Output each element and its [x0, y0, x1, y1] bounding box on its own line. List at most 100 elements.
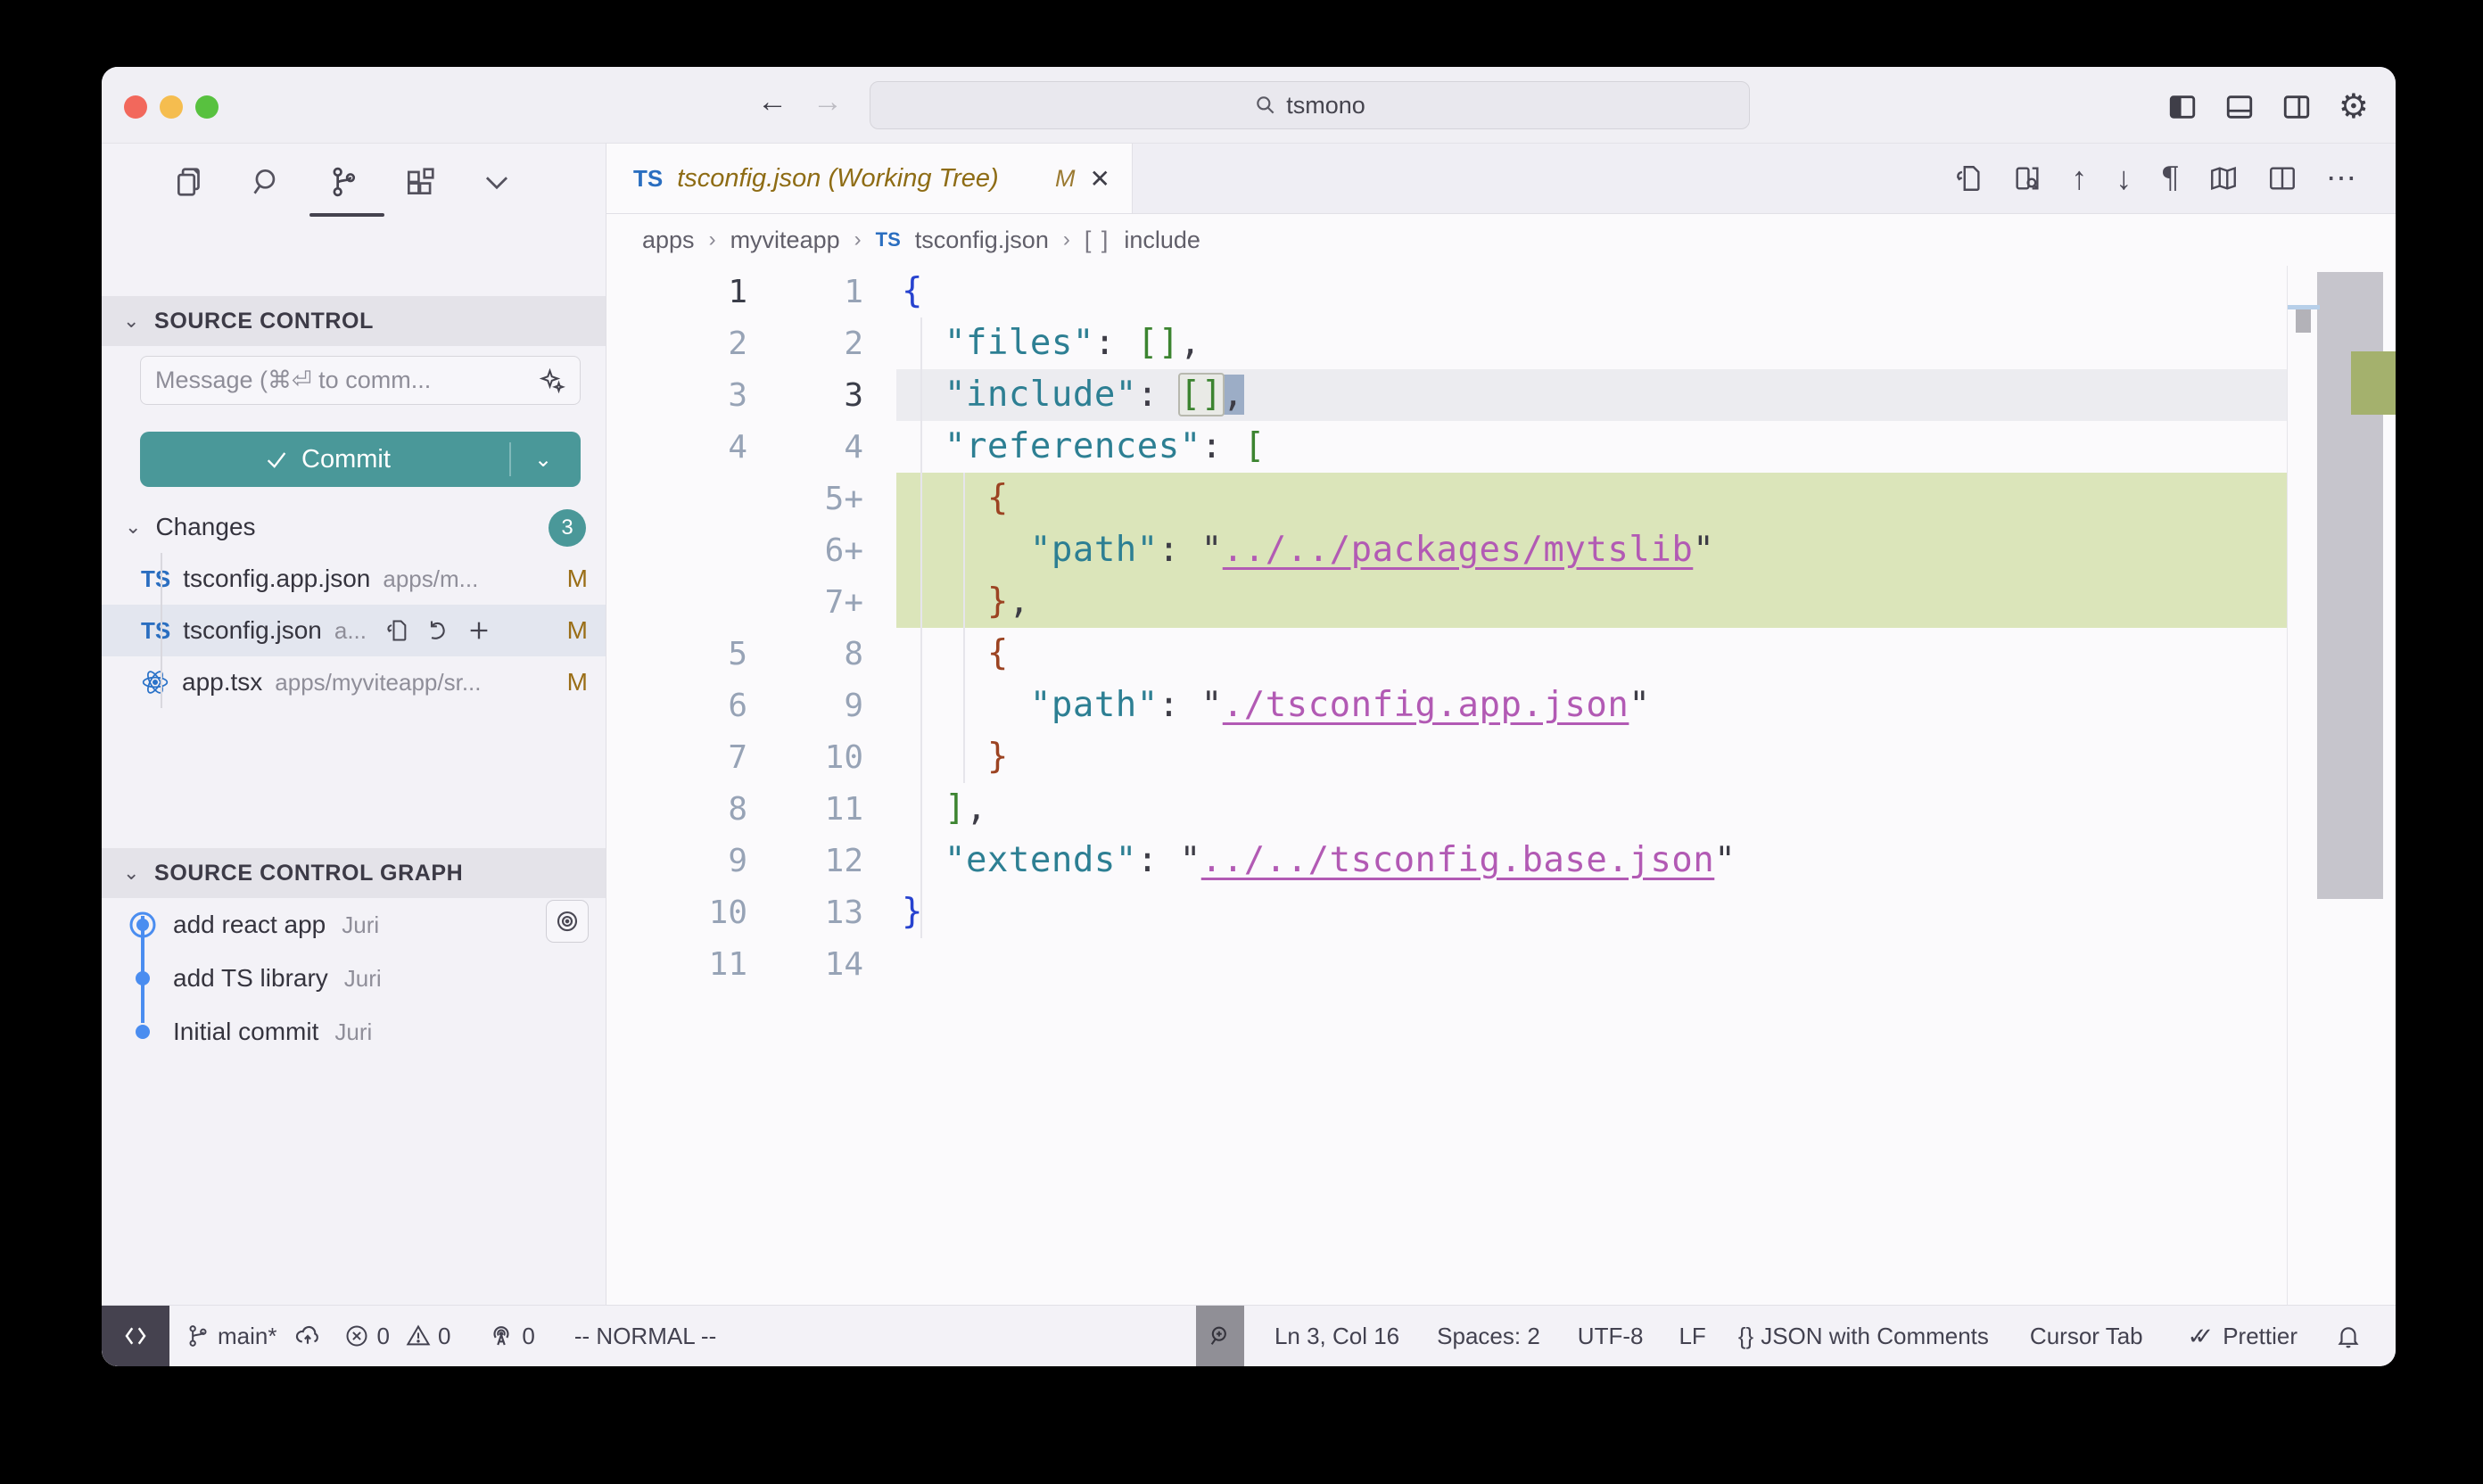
more-actions-ellipsis-icon[interactable]: ⋯ — [2326, 161, 2358, 196]
code-text: "path": "./tsconfig.app.json" — [896, 680, 2288, 731]
desktop: { "colors":{"accent_teal":"#4a9899","add… — [0, 0, 2483, 1484]
toggle-panel-icon[interactable] — [2224, 92, 2255, 122]
overview-selection-marker — [2296, 309, 2311, 333]
code-text: "extends": "../../tsconfig.base.json" — [896, 835, 2288, 886]
braces-icon: {} — [1738, 1323, 1753, 1350]
breadcrumb-separator: › — [1063, 227, 1070, 252]
source-control-title: SOURCE CONTROL — [154, 309, 374, 334]
breadcrumb-separator: › — [709, 227, 716, 252]
changes-title: Changes — [155, 513, 255, 541]
command-center-search[interactable]: tsmono — [870, 81, 1750, 129]
commit-button[interactable]: Commit ⌄ — [140, 432, 581, 487]
breadcrumb-item-tsconfig[interactable]: tsconfig.json — [915, 227, 1049, 254]
map-icon[interactable] — [2208, 163, 2239, 194]
original-line-number: 9 — [606, 843, 747, 879]
code-line[interactable]: 5+ { — [606, 473, 2396, 524]
original-line-number: 1 — [606, 274, 747, 310]
commit-author: Juri — [342, 911, 379, 939]
commit-row[interactable]: Initial commitJuri — [102, 1005, 606, 1059]
code-line[interactable]: 69 "path": "./tsconfig.app.json" — [606, 680, 2396, 731]
forward-arrow-icon[interactable]: → — [813, 85, 843, 120]
next-change-arrow-icon[interactable]: ↓ — [2116, 160, 2132, 197]
code-line[interactable]: 7+ }, — [606, 576, 2396, 628]
original-line-number: 7 — [606, 739, 747, 776]
breadcrumb-item-myviteapp[interactable]: myviteapp — [730, 227, 840, 254]
sparkle-ai-icon[interactable] — [539, 367, 565, 394]
search-view-icon[interactable] — [248, 165, 285, 199]
typescript-file-icon: TS — [141, 565, 170, 593]
code-line[interactable]: 44 "references": [ — [606, 421, 2396, 473]
code-line[interactable]: 11{ — [606, 266, 2396, 317]
indent-guide — [920, 317, 922, 938]
settings-gear-icon[interactable]: ⚙ — [2339, 87, 2369, 127]
source-control-view-icon[interactable] — [325, 165, 362, 199]
original-line-number: 3 — [606, 377, 747, 414]
breadcrumb-item-apps[interactable]: apps — [642, 227, 695, 254]
cursor-tab-item[interactable]: Cursor Tab — [2030, 1323, 2143, 1350]
open-changes-icon[interactable] — [1953, 163, 1984, 194]
maximize-window-button[interactable] — [195, 95, 219, 119]
code-line[interactable]: 6+ "path": "../../packages/mytslib" — [606, 524, 2396, 576]
scm-change-row[interactable]: app.tsxapps/myviteapp/sr...M — [102, 656, 606, 708]
more-views-chevron-icon[interactable] — [478, 165, 516, 199]
commit-row[interactable]: add react appJuri — [102, 898, 606, 952]
zoom-indicator-button[interactable] — [1196, 1306, 1244, 1366]
changes-section-header[interactable]: ⌄ Changes 3 — [102, 501, 606, 553]
code-line[interactable]: 912 "extends": "../../tsconfig.base.json… — [606, 835, 2396, 886]
remote-indicator-button[interactable] — [102, 1306, 169, 1366]
notifications-bell-button[interactable] — [2335, 1323, 2362, 1349]
code-text: }, — [896, 576, 2288, 628]
minimize-window-button[interactable] — [160, 95, 183, 119]
code-line[interactable]: 22 "files": [], — [606, 317, 2396, 369]
split-editor-icon[interactable] — [2267, 163, 2297, 194]
toggle-secondary-sidebar-icon[interactable] — [2281, 92, 2312, 122]
problems-status-item[interactable]: 0 0 — [344, 1323, 450, 1350]
code-text: { — [896, 266, 2288, 317]
tab-tsconfig-json[interactable]: TS tsconfig.json (Working Tree) M ✕ — [606, 144, 1133, 213]
language-mode-item[interactable]: {} JSON with Comments — [1738, 1323, 1989, 1350]
code-line[interactable]: 1013} — [606, 886, 2396, 938]
scm-change-row[interactable]: TStsconfig.jsona...M — [102, 605, 606, 656]
double-check-icon: ✓✓ — [2188, 1323, 2202, 1350]
code-line[interactable]: 811 ], — [606, 783, 2396, 835]
code-line[interactable]: 710 } — [606, 731, 2396, 783]
breadcrumb-item-include[interactable]: include — [1124, 227, 1200, 254]
diff-editor[interactable]: 11{22 "files": [],33 "include": [],44 "r… — [606, 266, 2396, 1305]
encoding-item[interactable]: UTF-8 — [1578, 1323, 1644, 1350]
source-control-graph-section-header[interactable]: ⌄ SOURCE CONTROL GRAPH — [102, 848, 606, 898]
error-count: 0 — [376, 1323, 389, 1350]
cursor-position-item[interactable]: Ln 3, Col 16 — [1274, 1323, 1399, 1350]
sync-changes-button[interactable] — [294, 1323, 321, 1349]
scm-change-row[interactable]: TStsconfig.app.jsonapps/m...M — [102, 553, 606, 605]
search-icon — [1254, 94, 1277, 117]
source-control-section-header[interactable]: ⌄ SOURCE CONTROL — [102, 296, 606, 346]
vim-mode-indicator: -- NORMAL -- — [574, 1323, 716, 1350]
activity-bar — [102, 144, 606, 220]
branch-status-item[interactable]: main* — [186, 1323, 276, 1350]
close-tab-icon[interactable]: ✕ — [1090, 164, 1110, 194]
goto-current-history-item-button[interactable] — [546, 900, 589, 943]
close-window-button[interactable] — [124, 95, 147, 119]
original-line-number: 5 — [606, 636, 747, 672]
eol-item[interactable]: LF — [1679, 1323, 1705, 1350]
ports-status-item[interactable]: 0 — [488, 1323, 534, 1350]
commit-message-input[interactable]: Message (⌘⏎ to comm... — [140, 356, 581, 405]
inline-view-toggle-icon[interactable] — [2012, 163, 2042, 194]
explorer-icon[interactable] — [171, 165, 209, 199]
discard-changes-icon[interactable] — [425, 618, 450, 643]
typescript-file-icon: TS — [876, 228, 901, 251]
stage-changes-plus-icon[interactable] — [466, 618, 491, 643]
indentation-item[interactable]: Spaces: 2 — [1437, 1323, 1540, 1350]
code-line[interactable]: 33 "include": [], — [606, 369, 2396, 421]
code-line[interactable]: 1114 — [606, 938, 2396, 990]
formatter-item[interactable]: ✓✓ Prettier — [2188, 1323, 2297, 1350]
commit-row[interactable]: add TS libraryJuri — [102, 952, 606, 1005]
toggle-primary-sidebar-icon[interactable] — [2167, 92, 2198, 122]
open-file-icon[interactable] — [384, 618, 409, 643]
whitespace-pilcrow-icon[interactable]: ¶ — [2160, 161, 2180, 196]
extensions-icon[interactable] — [401, 165, 439, 199]
back-arrow-icon[interactable]: ← — [757, 85, 788, 120]
previous-change-arrow-icon[interactable]: ↑ — [2071, 160, 2087, 197]
commit-dropdown-button[interactable]: ⌄ — [511, 447, 575, 473]
code-line[interactable]: 58 { — [606, 628, 2396, 680]
